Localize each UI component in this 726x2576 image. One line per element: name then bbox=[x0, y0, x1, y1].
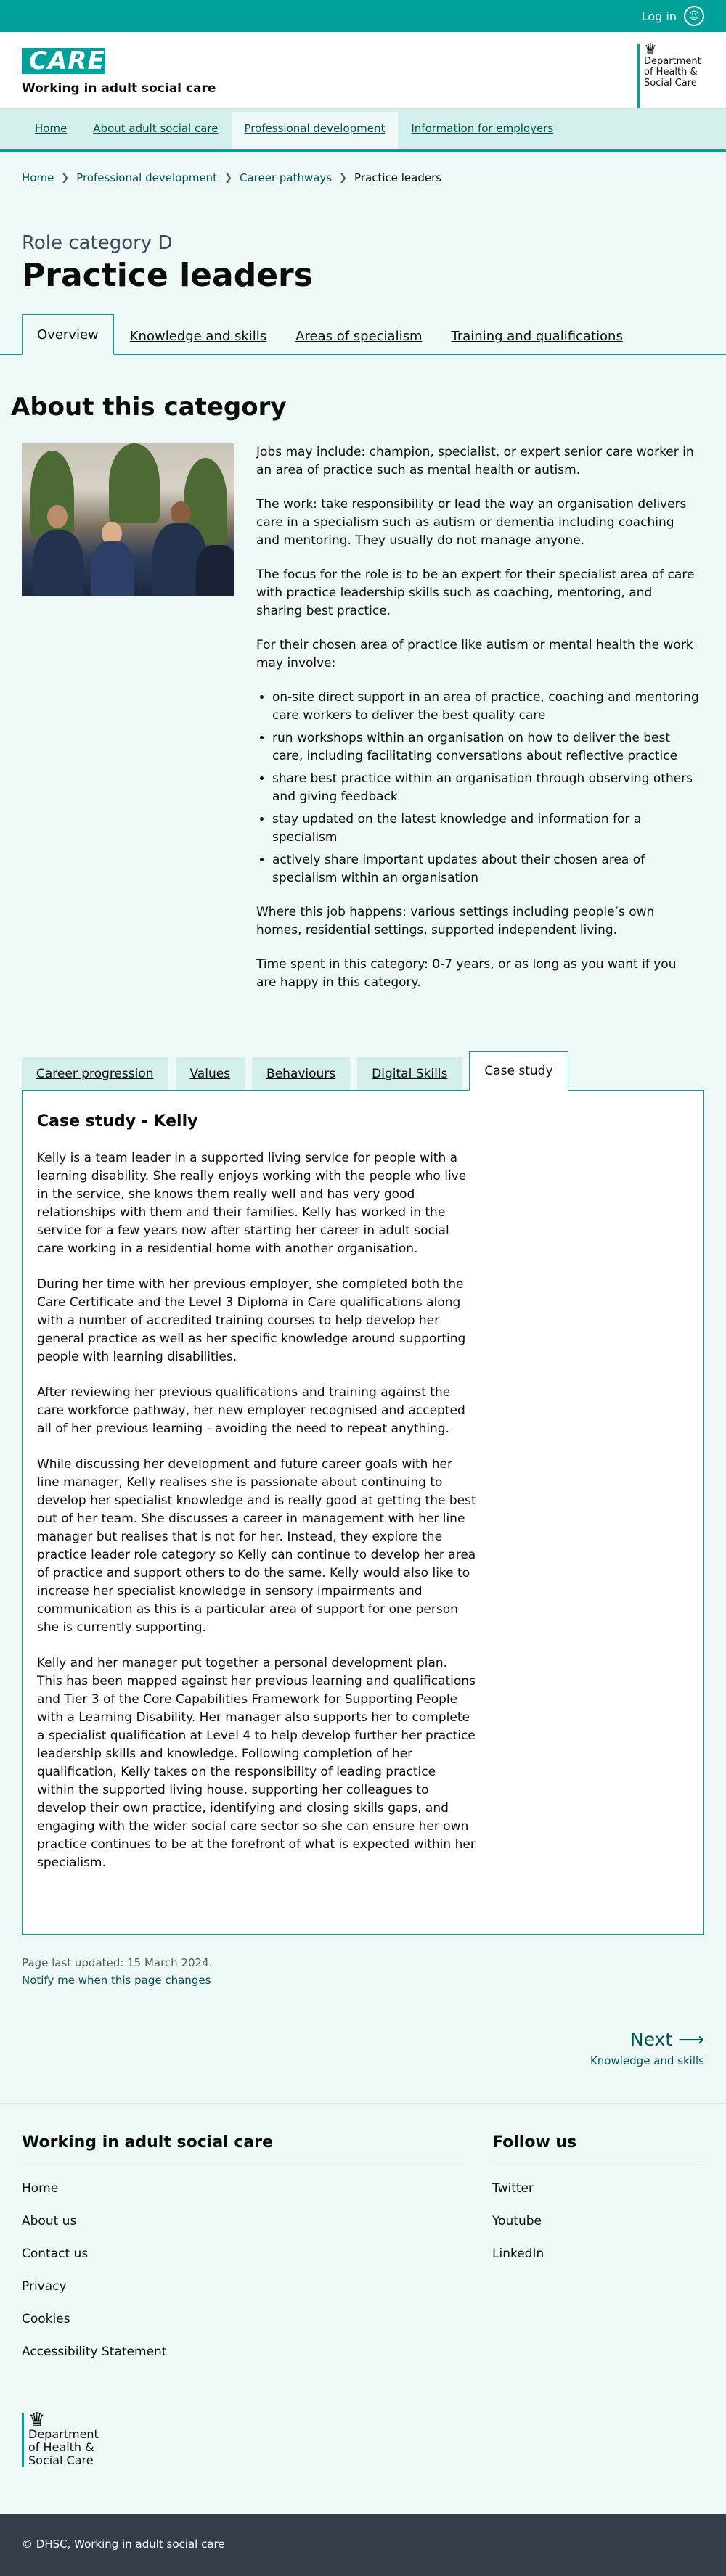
duties-list: on-site direct support in an area of pra… bbox=[256, 689, 699, 887]
copyright-text: © DHSC, Working in adult social care bbox=[22, 2538, 225, 2551]
footer-link-youtube[interactable]: Youtube bbox=[492, 2214, 704, 2228]
breadcrumb-professional-development[interactable]: Professional development bbox=[76, 171, 217, 184]
footer-link-contact[interactable]: Contact us bbox=[22, 2247, 468, 2261]
about-paragraph: The focus for the role is to be an exper… bbox=[256, 567, 695, 618]
royal-crest-icon: ♛ bbox=[644, 40, 657, 57]
breadcrumb: Home ❯ Professional development ❯ Career… bbox=[0, 152, 726, 190]
case-paragraph: During her time with her previous employ… bbox=[37, 1277, 466, 1364]
detail-tabs: Career progression Values Behaviours Dig… bbox=[22, 1049, 704, 1091]
footer-link-twitter[interactable]: Twitter bbox=[492, 2181, 704, 2196]
chevron-right-icon: ❯ bbox=[224, 172, 232, 184]
notify-link[interactable]: Notify me when this page changes bbox=[22, 1974, 704, 1987]
top-bar: Log in ☺ bbox=[0, 0, 726, 32]
footer-link-home[interactable]: Home bbox=[22, 2181, 468, 2196]
dhsc-line: of Health & bbox=[644, 67, 698, 78]
royal-crest-icon: ♛ bbox=[28, 2409, 46, 2431]
about-text: Jobs may include: champion, specialist, … bbox=[256, 443, 699, 1008]
tab-values[interactable]: Values bbox=[175, 1057, 245, 1090]
tab-knowledge-and-skills[interactable]: Knowledge and skills bbox=[117, 317, 280, 354]
next-link[interactable]: Next ⟶ bbox=[630, 2029, 704, 2050]
last-updated: Page last updated: 15 March 2024. bbox=[22, 1956, 213, 1969]
footer-dhsc-logo: ♛ Department of Health & Social Care bbox=[22, 2409, 109, 2467]
site-header: CARE Working in adult social care ♛ Depa… bbox=[0, 32, 726, 109]
case-study-panel: Case study - Kelly Kelly is a team leade… bbox=[22, 1091, 704, 1935]
site-subtitle: Working in adult social care bbox=[22, 81, 216, 96]
chevron-right-icon: ❯ bbox=[61, 172, 70, 184]
tab-behaviours[interactable]: Behaviours bbox=[252, 1057, 351, 1090]
case-paragraph: Kelly is a team leader in a supported li… bbox=[37, 1151, 467, 1256]
about-paragraph: For their chosen area of practice like a… bbox=[256, 638, 693, 670]
footer-heading: Working in adult social care bbox=[22, 2133, 274, 2152]
site-footer: Working in adult social care Home About … bbox=[0, 2103, 726, 2514]
tab-digital-skills[interactable]: Digital Skills bbox=[357, 1057, 462, 1090]
nav-item-home[interactable]: Home bbox=[22, 112, 80, 149]
brand[interactable]: CARE Working in adult social care bbox=[22, 48, 216, 108]
list-item: run workshops within an organisation on … bbox=[272, 729, 699, 766]
chevron-right-icon: ❯ bbox=[339, 172, 348, 184]
footer-link-linkedin[interactable]: LinkedIn bbox=[492, 2247, 704, 2261]
list-item: share best practice within an organisati… bbox=[272, 770, 699, 806]
tab-areas-of-specialism[interactable]: Areas of specialism bbox=[282, 317, 435, 354]
dhsc-line: of Health & bbox=[28, 2440, 94, 2454]
role-category: Role category D bbox=[22, 232, 173, 254]
next-navigation: Next ⟶ Knowledge and skills bbox=[0, 1987, 726, 2103]
nav-item-employers[interactable]: Information for employers bbox=[398, 112, 566, 149]
case-paragraph: After reviewing her previous qualificati… bbox=[37, 1385, 465, 1436]
nav-item-professional-development[interactable]: Professional development bbox=[231, 112, 399, 149]
copyright-bar: © DHSC, Working in adult social care bbox=[0, 2514, 726, 2576]
login-link[interactable]: Log in ☺ bbox=[642, 6, 704, 26]
about-heading: About this category bbox=[11, 393, 287, 422]
case-paragraph: Kelly and her manager put together a per… bbox=[37, 1656, 476, 1870]
arrow-right-icon: ⟶ bbox=[678, 2029, 704, 2050]
tab-overview[interactable]: Overview bbox=[22, 314, 114, 355]
breadcrumb-home[interactable]: Home bbox=[22, 171, 54, 184]
about-paragraph: Jobs may include: champion, specialist, … bbox=[256, 445, 694, 477]
about-paragraph: The work: take responsibility or lead th… bbox=[256, 497, 687, 548]
dhsc-line: Social Care bbox=[644, 78, 697, 89]
next-page-link[interactable]: Knowledge and skills bbox=[0, 2054, 704, 2067]
case-study-body: Kelly is a team leader in a supported li… bbox=[37, 1149, 476, 1872]
case-paragraph: While discussing her development and fut… bbox=[37, 1457, 476, 1635]
about-paragraph: Time spent in this category: 0-7 years, … bbox=[256, 957, 677, 990]
care-logo[interactable]: CARE bbox=[22, 48, 105, 74]
about-paragraph: Where this job happens: various settings… bbox=[256, 905, 655, 938]
nav-item-about[interactable]: About adult social care bbox=[80, 112, 231, 149]
about-section: Jobs may include: champion, specialist, … bbox=[0, 422, 726, 1008]
footer-social: Follow us Twitter Youtube LinkedIn bbox=[492, 2133, 704, 2377]
footer-link-about[interactable]: About us bbox=[22, 2214, 468, 2228]
footer-social-heading: Follow us bbox=[492, 2133, 577, 2152]
footer-links: Working in adult social care Home About … bbox=[22, 2133, 468, 2377]
tab-career-progression[interactable]: Career progression bbox=[22, 1057, 168, 1090]
page-meta: Page last updated: 15 March 2024. Notify… bbox=[0, 1935, 726, 1987]
case-study-title: Case study - Kelly bbox=[37, 1112, 198, 1131]
footer-link-cookies[interactable]: Cookies bbox=[22, 2312, 468, 2326]
footer-link-privacy[interactable]: Privacy bbox=[22, 2279, 468, 2294]
dhsc-logo: ♛ Department of Health & Social Care bbox=[637, 40, 704, 108]
care-workers-photo bbox=[22, 443, 234, 596]
dhsc-line: Department bbox=[28, 2427, 99, 2441]
list-item: on-site direct support in an area of pra… bbox=[272, 689, 699, 725]
page-title: Practice leaders bbox=[22, 257, 313, 294]
breadcrumb-career-pathways[interactable]: Career pathways bbox=[240, 171, 332, 184]
list-item: actively share important updates about t… bbox=[272, 851, 699, 887]
list-item: stay updated on the latest knowledge and… bbox=[272, 811, 699, 847]
main-nav: Home About adult social care Professiona… bbox=[0, 109, 726, 152]
footer-link-accessibility[interactable]: Accessibility Statement bbox=[22, 2345, 468, 2359]
user-icon: ☺ bbox=[684, 6, 704, 26]
tab-training-and-qualifications[interactable]: Training and qualifications bbox=[439, 317, 636, 354]
next-label: Next bbox=[629, 2029, 673, 2050]
dhsc-line: Social Care bbox=[28, 2453, 94, 2467]
breadcrumb-current: Practice leaders bbox=[354, 171, 442, 184]
page-tabs: Overview Knowledge and skills Areas of s… bbox=[0, 313, 726, 355]
tab-case-study[interactable]: Case study bbox=[469, 1051, 568, 1091]
dhsc-line: Department bbox=[644, 56, 701, 67]
login-label: Log in bbox=[641, 9, 677, 23]
